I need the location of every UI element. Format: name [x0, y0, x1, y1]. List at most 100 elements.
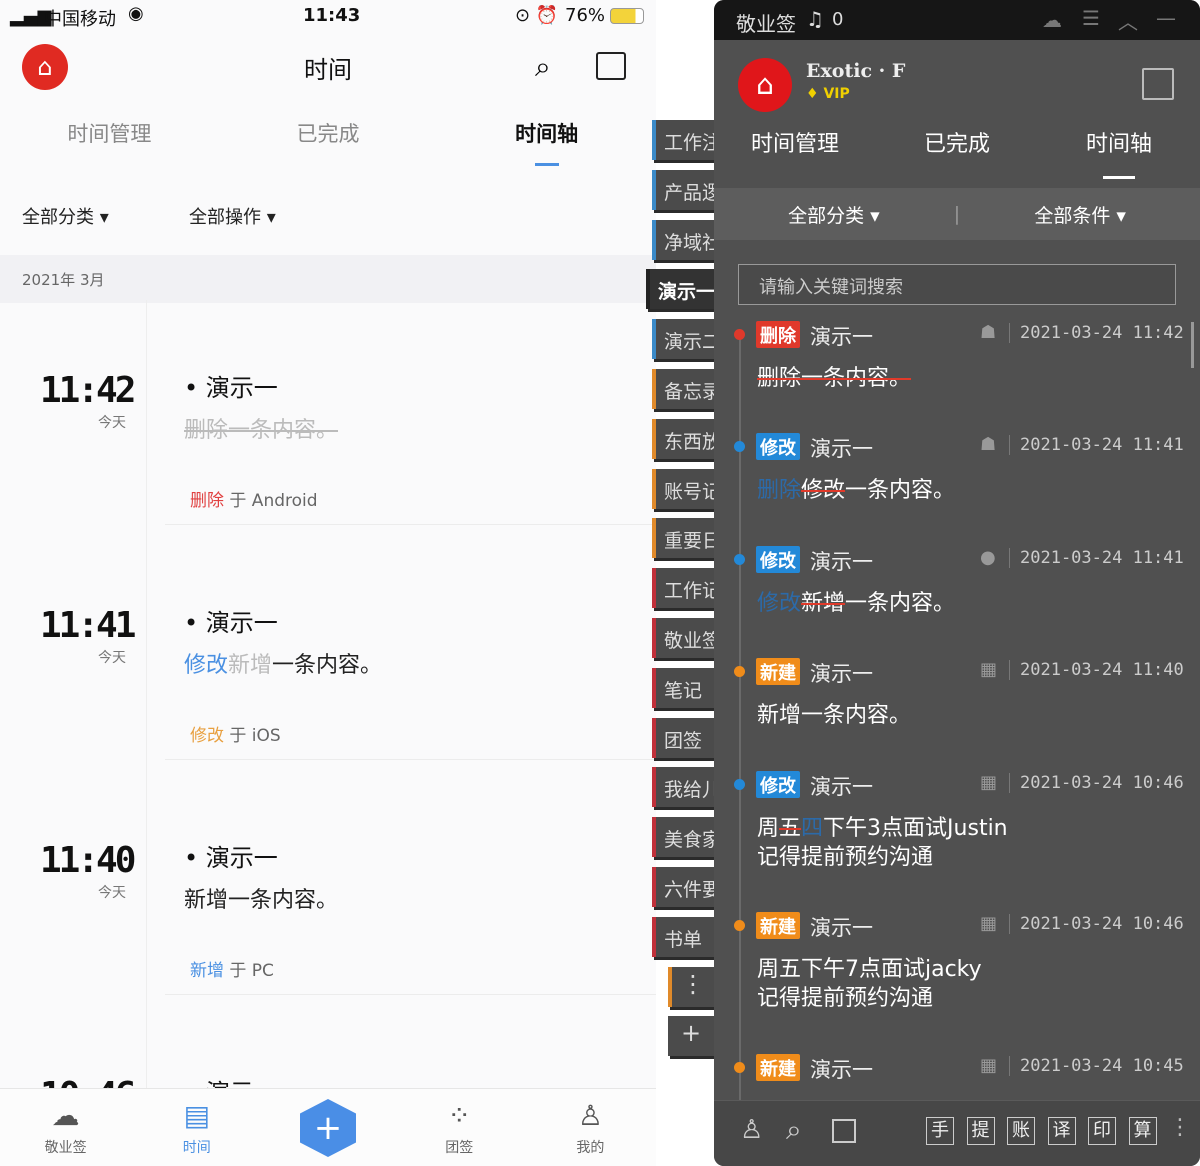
search-icon[interactable]: ⌕	[535, 50, 551, 84]
side-tab[interactable]: 六件要	[652, 867, 714, 907]
body-segment: 新增	[801, 591, 846, 616]
entry-divider	[165, 994, 656, 995]
battery-percent: 76%	[565, 5, 606, 26]
entry-title-text: 演示一	[205, 609, 278, 637]
action-tag: 删除	[756, 321, 800, 348]
entry-divider	[165, 524, 656, 525]
entry-body: 周五四下午3点面试Justin 记得提前预约沟通	[757, 814, 1008, 872]
entry-body: 周五下午7点面试jacky 记得提前预约沟通	[757, 955, 982, 1013]
side-tab[interactable]: 笔记	[652, 667, 714, 708]
body-segment: 记得提前预约沟通	[757, 986, 934, 1011]
operation-filter[interactable]: 全部操作 ▾	[189, 203, 276, 229]
tab-0[interactable]: 时间管理	[0, 118, 219, 162]
entry-datetime: 2021-03-24 11:41	[1009, 435, 1184, 455]
category-filter[interactable]: 全部分类 ▾	[22, 203, 109, 229]
timeline-dot	[734, 920, 745, 931]
mobile-tabs: 时间管理 已完成 时间轴	[0, 118, 656, 166]
tool-button[interactable]: 译	[1047, 1117, 1076, 1145]
nav-label: 敬业签	[44, 1140, 87, 1156]
entry-title: • 演示一	[184, 603, 278, 638]
nav-item-cloud-logo[interactable]: ☁ 敬业签	[0, 1089, 131, 1166]
entry-title-text: 演示一	[205, 374, 278, 402]
timeline-dot	[734, 329, 745, 340]
side-tab[interactable]: 敬业签	[652, 618, 714, 658]
side-tab[interactable]: 重要日	[652, 518, 714, 559]
bullet-icon: •	[184, 609, 206, 637]
page-title: 时间	[304, 56, 352, 84]
month-header: 2021年 3月	[0, 255, 656, 303]
entry-body: 新增一条内容。	[757, 701, 911, 730]
side-tab[interactable]: 东西放	[652, 418, 714, 459]
nav-label: 时间	[182, 1140, 211, 1156]
side-tab[interactable]: ⋮	[668, 966, 714, 1007]
entry-datetime: 2021-03-24 10:45	[1009, 1056, 1184, 1076]
entry-meta: 新增 于 PC	[190, 956, 274, 981]
windows-icon: ▦	[980, 772, 998, 793]
action-tag: 修改	[756, 433, 800, 460]
entry-time: 11:40	[40, 840, 136, 881]
nav-item-person[interactable]: ♙ 我的	[525, 1089, 656, 1166]
clock: 11:43	[303, 5, 361, 26]
side-tab[interactable]: 演示二	[652, 319, 714, 360]
tab-1[interactable]: 已完成	[219, 118, 438, 162]
team-icon: ⁘	[447, 1099, 471, 1132]
more-icon[interactable]: ⋮	[1169, 1115, 1191, 1140]
platform-label: 于 iOS	[229, 726, 281, 746]
entry-time: 11:41	[40, 605, 136, 646]
entry-body: 新增一条内容。	[184, 882, 338, 914]
tab-2[interactable]: 时间轴	[437, 118, 656, 166]
nav-item-team[interactable]: ⁘ 团签	[394, 1089, 525, 1166]
entry-body: 删除修改一条内容。	[757, 476, 955, 505]
body-line: 周五四下午3点面试Justin	[757, 814, 1008, 843]
contacts-icon[interactable]: ♙	[740, 1115, 763, 1145]
side-tab[interactable]: 净域社	[652, 219, 714, 260]
side-tab[interactable]: 产品逻	[652, 169, 714, 210]
entry-title: 演示一	[810, 1058, 873, 1082]
side-tab[interactable]: 账号记	[652, 468, 714, 509]
side-tab[interactable]: 美食家	[652, 817, 714, 858]
side-tab[interactable]: 工作注	[652, 120, 714, 160]
tool-button[interactable]: 账	[1007, 1117, 1035, 1145]
entry-title: 演示一	[810, 775, 873, 799]
person-icon: ♙	[577, 1099, 603, 1132]
body-segment: 周五下午7点面试jacky	[757, 957, 982, 982]
tool-button[interactable]: 手	[926, 1117, 954, 1145]
notes-icon[interactable]	[832, 1119, 856, 1143]
side-tab[interactable]: 书单	[652, 916, 714, 957]
entry-datetime: 2021-03-24 11:40	[1009, 660, 1184, 680]
nav-item-plus[interactable]: +	[262, 1089, 393, 1166]
tool-button[interactable]: 印	[1088, 1117, 1116, 1145]
timeline-dot	[734, 554, 745, 565]
entry-body: 删除一条内容。	[184, 412, 338, 444]
timeline-line	[146, 300, 147, 1090]
side-tab[interactable]: +	[668, 1016, 714, 1057]
nav-label: 我的	[576, 1140, 605, 1156]
alarm-icon: ⊙ ⏰	[515, 5, 559, 26]
entry-body: 修改新增一条内容。	[184, 647, 382, 679]
nav-item-calendar[interactable]: ▤ 时间	[131, 1089, 262, 1166]
windows-icon: ▦	[980, 913, 998, 934]
platform-label: 于 PC	[229, 961, 274, 981]
tool-button[interactable]: 算	[1128, 1117, 1157, 1145]
side-tab[interactable]: 备忘录	[652, 369, 714, 409]
battery-icon	[610, 8, 644, 24]
side-tab[interactable]: 演示一	[646, 269, 714, 310]
calendar-icon[interactable]	[596, 52, 626, 80]
body-line: 记得提前预约沟通	[757, 984, 982, 1013]
search-icon[interactable]: ⌕	[786, 1113, 802, 1147]
side-tab[interactable]: 我给儿	[652, 767, 714, 808]
bottom-nav: ☁ 敬业签 ▤ 时间 + ⁘ 团签 ♙ 我的	[0, 1088, 656, 1166]
body-segment: 修改	[801, 478, 846, 503]
action-label: 删除	[190, 491, 224, 511]
entry-meta: 修改 于 iOS	[190, 721, 281, 746]
plus-icon: +	[300, 1099, 356, 1157]
entry-day: 今天	[98, 415, 126, 431]
side-tab[interactable]: 工作记	[652, 568, 714, 609]
body-segment: 删除一条内容。	[757, 366, 912, 391]
platform-label: 于 Android	[229, 491, 318, 511]
body-line: 周五下午7点面试jacky	[757, 955, 982, 984]
body-line: 删除修改一条内容。	[757, 476, 955, 505]
tool-button[interactable]: 提	[966, 1117, 995, 1145]
side-tab[interactable]: 团签	[652, 717, 714, 758]
bullet-icon: •	[184, 374, 206, 402]
